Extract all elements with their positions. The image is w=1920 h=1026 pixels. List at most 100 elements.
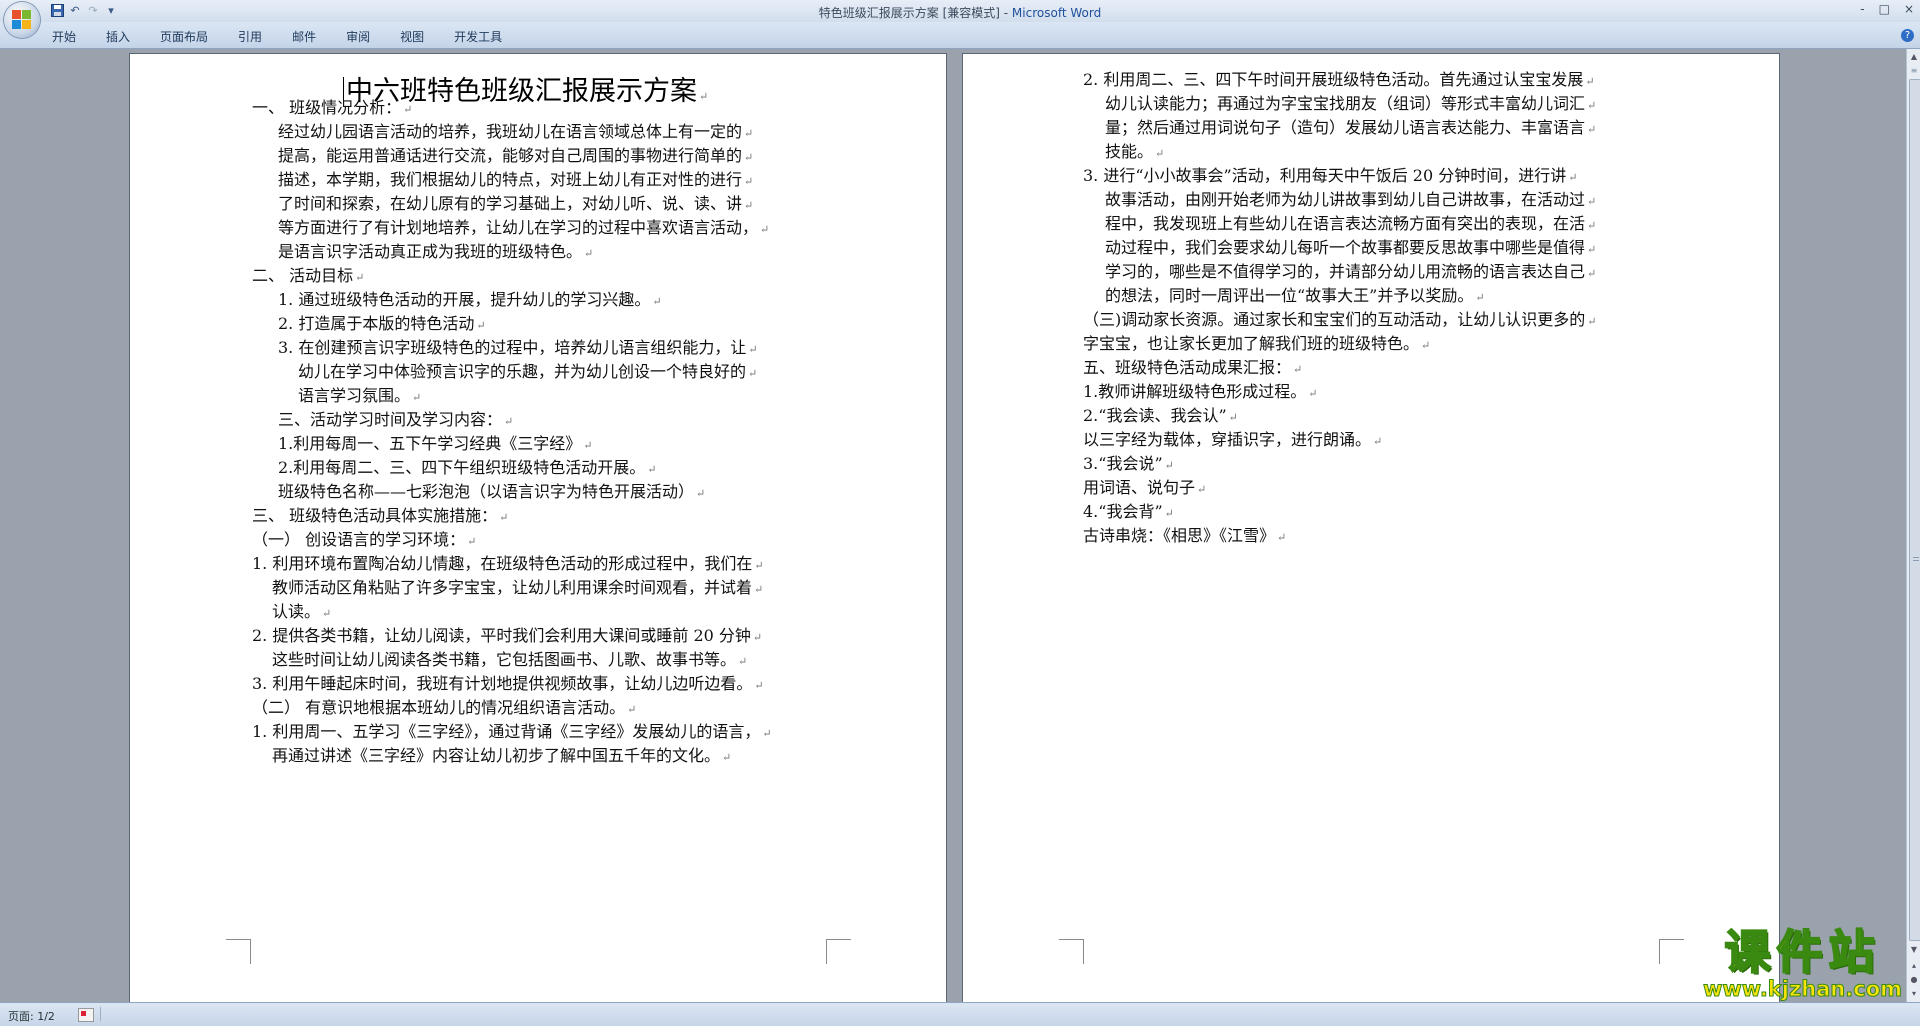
paragraph-line[interactable]: 3. 进行“小小故事会”活动，利用每天中午饭后 20 分钟时间，进行讲 ↵ xyxy=(1083,166,1577,188)
paragraph-line[interactable]: 等方面进行了有计划地培养，让幼儿在学习的过程中喜欢语言活动， ↵ xyxy=(278,218,769,240)
paragraph-line[interactable]: 2. 利用周二、三、四下午时间开展班级特色活动。首先通过认宝宝发展 ↵ xyxy=(1083,70,1595,92)
paragraph-line[interactable]: 3. 利用午睡起床时间，我班有计划地提供视频故事，让幼儿边听边看。 ↵ xyxy=(252,674,764,696)
tab-home[interactable]: 开始 xyxy=(52,28,76,45)
paragraph-line[interactable]: 二、 活动目标 ↵ xyxy=(252,266,364,288)
paragraph-line[interactable]: 提高，能运用普通话进行交流，能够对自己周围的事物进行简单的 ↵ xyxy=(278,146,753,168)
paragraph-mark: ↵ xyxy=(754,583,764,596)
paragraph-line[interactable]: 三、活动学习时间及学习内容： ↵ xyxy=(278,410,513,432)
paragraph-line[interactable]: 了时间和探索，在幼儿原有的学习基础上，对幼儿听、说、读、讲 ↵ xyxy=(278,194,753,216)
paragraph-line[interactable]: 是语言识字活动真正成为我班的班级特色。 ↵ xyxy=(278,242,593,264)
scrollbar-thumb[interactable] xyxy=(1909,79,1920,941)
document-area[interactable]: 中六班特色班级汇报展示方案 ↵ 一、 班级情况分析： ↵ 经过幼儿园语言活动的培养，我… xyxy=(0,49,1906,1002)
paragraph-line[interactable]: 认读。 ↵ xyxy=(272,602,331,624)
line-text: 语言学习氛围。 xyxy=(298,386,411,405)
help-icon[interactable]: ? xyxy=(1901,29,1914,42)
paragraph-mark: ↵ xyxy=(760,223,770,236)
crop-mark xyxy=(1059,939,1084,964)
tab-review[interactable]: 审阅 xyxy=(346,28,370,45)
paragraph-line[interactable]: 1.教师讲解班级特色形成过程。 ↵ xyxy=(1083,382,1318,404)
paragraph-mark: ↵ xyxy=(1585,75,1595,88)
paragraph-mark: ↵ xyxy=(467,535,477,548)
line-text: 提高，能运用普通话进行交流，能够对自己周围的事物进行简单的 xyxy=(278,146,743,165)
paragraph-line[interactable]: 3. 在创建预言识字班级特色的过程中，培养幼儿语言组织能力，让 ↵ xyxy=(278,338,758,360)
paragraph-line[interactable]: （一） 创设语言的学习环境： ↵ xyxy=(252,530,476,552)
paragraph-line[interactable]: 量；然后通过用词说句子（造句）发展幼儿语言表达能力、丰富语言 ↵ xyxy=(1105,118,1596,140)
paragraph-line[interactable]: （三)调动家长资源。通过家长和宝宝们的互动活动，让幼儿认识更多的 ↵ xyxy=(1083,310,1596,332)
line-text: 五、班级特色活动成果汇报： xyxy=(1083,358,1292,377)
paragraph-line[interactable]: 字宝宝，也让家长更加了解我们班的班级特色。 ↵ xyxy=(1083,334,1430,356)
tab-insert[interactable]: 插入 xyxy=(106,28,130,45)
paragraph-line[interactable]: 描述，本学期，我们根据幼儿的特点，对班上幼儿有正对性的进行 ↵ xyxy=(278,170,753,192)
paragraph-line[interactable]: 4.“我会背” ↵ xyxy=(1083,502,1174,524)
previous-page-button[interactable]: ▴ xyxy=(1908,960,1920,972)
tab-developer[interactable]: 开发工具 xyxy=(454,28,502,45)
paragraph-line[interactable]: 一、 班级情况分析： ↵ xyxy=(252,98,412,120)
paragraph-mark: ↵ xyxy=(652,295,662,308)
paragraph-mark: ↵ xyxy=(355,271,365,284)
paragraph-line[interactable]: 语言学习氛围。 ↵ xyxy=(298,386,421,408)
paragraph-line[interactable]: 以三字经为载体，穿插识字，进行朗诵。 ↵ xyxy=(1083,430,1382,452)
paragraph-line[interactable]: 幼儿在学习中体验预言识字的乐趣，并为幼儿创设一个特良好的 ↵ xyxy=(298,362,757,384)
paragraph-line[interactable]: 2. 打造属于本版的特色活动 ↵ xyxy=(278,314,486,336)
page-count-status[interactable]: 页面: 1/2 xyxy=(8,1008,55,1024)
paragraph-line[interactable]: 学习的，哪些是不值得学习的，并请部分幼儿用流畅的语言表达自己 ↵ xyxy=(1105,262,1596,284)
paragraph-mark: ↵ xyxy=(476,319,486,332)
paragraph-line[interactable]: 再通过讲述《三字经》内容让幼儿初步了解中国五千年的文化。 ↵ xyxy=(272,746,731,768)
vertical-scrollbar[interactable]: ▲ ≡ ▼ ▴ ● ▾ xyxy=(1906,49,1920,1002)
line-text: 2.利用每周二、三、四下午组织班级特色活动开展。 xyxy=(278,458,646,477)
maximize-button[interactable]: □ xyxy=(1879,2,1890,16)
paragraph-line[interactable]: 2.“我会读、我会认” ↵ xyxy=(1083,406,1238,428)
page-2[interactable]: 2. 利用周二、三、四下午时间开展班级特色活动。首先通过认宝宝发展 ↵ 幼儿认读能力… xyxy=(962,53,1780,1002)
line-text: 1. 利用环境布置陶冶幼儿情趣，在班级特色活动的形成过程中，我们在 xyxy=(252,554,753,573)
paragraph-line[interactable]: 1. 利用环境布置陶冶幼儿情趣，在班级特色活动的形成过程中，我们在 ↵ xyxy=(252,554,764,576)
paragraph-line[interactable]: 2. 提供各类书籍，让幼儿阅读，平时我们会利用大课间或睡前 20 分钟 ↵ xyxy=(252,626,762,648)
status-bar: 页面: 1/2 xyxy=(0,1002,1920,1026)
scroll-up-button[interactable]: ▲ xyxy=(1908,51,1920,63)
proofing-status-icon[interactable] xyxy=(78,1008,94,1022)
close-button[interactable]: × xyxy=(1904,2,1914,16)
line-text: 古诗串烧：《相思》《江雪》 xyxy=(1083,526,1276,545)
paragraph-line[interactable]: 程中，我发现班上有些幼儿在语言表达流畅方面有突出的表现，在活 ↵ xyxy=(1105,214,1596,236)
line-text: 再通过讲述《三字经》内容让幼儿初步了解中国五千年的文化。 xyxy=(272,746,721,765)
line-text: 1.利用每周一、五下午学习经典《三字经》 xyxy=(278,434,582,453)
paragraph-line[interactable]: 古诗串烧：《相思》《江雪》 ↵ xyxy=(1083,526,1286,548)
line-text: 的想法，同时一周评出一位“故事大王”并予以奖励。 xyxy=(1105,286,1474,305)
paragraph-line[interactable]: 班级特色名称——七彩泡泡（以语言识字为特色开展活动） ↵ xyxy=(278,482,705,504)
paragraph-line[interactable]: 1. 通过班级特色活动的开展，提升幼儿的学习兴趣。 ↵ xyxy=(278,290,662,312)
paragraph-line[interactable]: 2.利用每周二、三、四下午组织班级特色活动开展。 ↵ xyxy=(278,458,657,480)
tab-mailings[interactable]: 邮件 xyxy=(292,28,316,45)
line-text: 3.“我会说” xyxy=(1083,454,1163,473)
tab-view[interactable]: 视图 xyxy=(400,28,424,45)
paragraph-line[interactable]: 1.利用每周一、五下午学习经典《三字经》 ↵ xyxy=(278,434,593,456)
paragraph-line[interactable]: 教师活动区角粘贴了许多字宝宝，让幼儿利用课余时间观看，并试着 ↵ xyxy=(272,578,763,600)
next-page-button[interactable]: ▾ xyxy=(1908,988,1920,1000)
paragraph-line[interactable]: 技能。 ↵ xyxy=(1105,142,1164,164)
paragraph-mark: ↵ xyxy=(403,103,413,116)
paragraph-mark: ↵ xyxy=(744,199,754,212)
line-text: 是语言识字活动真正成为我班的班级特色。 xyxy=(278,242,583,261)
paragraph-line[interactable]: （二） 有意识地根据本班幼儿的情况组织语言活动。 ↵ xyxy=(252,698,636,720)
select-browse-object-button[interactable]: ● xyxy=(1908,974,1920,986)
line-text: 幼儿在学习中体验预言识字的乐趣，并为幼儿创设一个特良好的 xyxy=(298,362,747,381)
scroll-down-button[interactable]: ▼ xyxy=(1908,944,1920,956)
paragraph-line[interactable]: 三、 班级特色活动具体实施措施： ↵ xyxy=(252,506,508,528)
paragraph-line[interactable]: 这些时间让幼儿阅读各类书籍，它包括图画书、儿歌、故事书等。 ↵ xyxy=(272,650,747,672)
paragraph-line[interactable]: 1. 利用周一、五学习《三字经》，通过背诵《三字经》发展幼儿的语言， ↵ xyxy=(252,722,772,744)
ruler-toggle-icon[interactable]: ≡ xyxy=(1908,65,1920,77)
paragraph-line[interactable]: 故事活动，由刚开始老师为幼儿讲故事到幼儿自己讲故事，在活动过 ↵ xyxy=(1105,190,1596,212)
paragraph-line[interactable]: 用词语、说句子 ↵ xyxy=(1083,478,1206,500)
paragraph-line[interactable]: 经过幼儿园语言活动的培养，我班幼儿在语言领域总体上有一定的 ↵ xyxy=(278,122,753,144)
paragraph-line[interactable]: 五、班级特色活动成果汇报： ↵ xyxy=(1083,358,1302,380)
tab-page-layout[interactable]: 页面布局 xyxy=(160,28,208,45)
paragraph-line[interactable]: 3.“我会说” ↵ xyxy=(1083,454,1174,476)
minimize-button[interactable]: - xyxy=(1860,2,1864,16)
tab-references[interactable]: 引用 xyxy=(238,28,262,45)
line-text: 2. 利用周二、三、四下午时间开展班级特色活动。首先通过认宝宝发展 xyxy=(1083,70,1584,89)
paragraph-mark: ↵ xyxy=(744,151,754,164)
paragraph-mark: ↵ xyxy=(1277,531,1287,544)
paragraph-line[interactable]: 幼儿认读能力；再通过为字宝宝找朋友（组词）等形式丰富幼儿词汇 ↵ xyxy=(1105,94,1596,116)
paragraph-line[interactable]: 动过程中，我们会要求幼儿每听一个故事都要反思故事中哪些是值得 ↵ xyxy=(1105,238,1596,260)
page-1[interactable]: 中六班特色班级汇报展示方案 ↵ 一、 班级情况分析： ↵ 经过幼儿园语言活动的培养，我… xyxy=(129,53,947,1002)
office-button[interactable] xyxy=(4,2,40,38)
paragraph-line[interactable]: 的想法，同时一周评出一位“故事大王”并予以奖励。 ↵ xyxy=(1105,286,1485,308)
